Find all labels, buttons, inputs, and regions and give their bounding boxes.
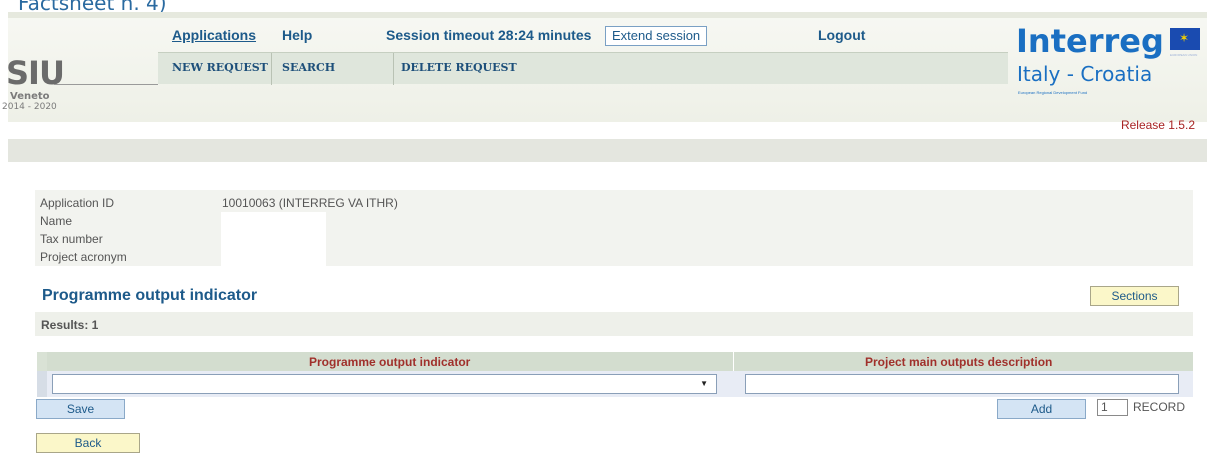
siu-logo-region: Veneto [10,91,50,102]
app-header: SIU Veneto 2014 - 2020 Applications Help… [2,12,1207,122]
session-timeout-text: Session timeout 28:24 minutes [386,27,592,43]
results-count: Results: 1 [41,318,99,332]
results-bar: Results: 1 [35,312,1193,336]
interreg-logo-name: Interreg [1016,22,1164,60]
header-band [8,139,1207,162]
nav-applications-link[interactable]: Applications [172,27,256,43]
nav-help-link[interactable]: Help [282,27,312,43]
subnav-divider [393,53,394,85]
record-count-input[interactable]: 1 [1097,399,1128,416]
tax-number-label: Tax number [40,232,103,246]
eu-flag-caption: EUROPEAN UNION [1170,53,1198,57]
search-link[interactable]: SEARCH [282,53,335,85]
row-selector[interactable] [37,371,47,397]
logout-link[interactable]: Logout [818,27,865,43]
new-request-link[interactable]: NEW REQUEST [172,53,268,85]
indicator-select[interactable]: ▼ [52,374,717,394]
table-header: Programme output indicator Project main … [37,352,1193,371]
column-divider [733,352,734,371]
project-acronym-label: Project acronym [40,250,127,264]
table-header-lead [37,352,47,371]
table-row: ▼ [37,371,1193,397]
eu-flag-icon: ✶ [1170,28,1200,50]
column-header-indicator: Programme output indicator [309,355,471,369]
record-label: RECORD [1133,400,1186,414]
dropdown-arrow-icon: ▼ [700,379,708,388]
interreg-logo: Interreg ✶ EUROPEAN UNION Italy - Croati… [1013,14,1203,106]
name-label: Name [40,214,73,228]
application-info-panel: Application ID 10010063 (INTERREG VA ITH… [35,190,1193,266]
add-button[interactable]: Add [997,399,1086,419]
release-label: Release 1.5.2 [1120,118,1195,132]
save-button[interactable]: Save [36,399,125,419]
application-value-box [221,212,326,266]
delete-request-link[interactable]: DELETE REQUEST [401,53,517,85]
description-input[interactable] [745,374,1179,394]
indicator-table: Programme output indicator Project main … [37,352,1193,397]
sections-button[interactable]: Sections [1090,286,1179,306]
siu-logo-title: SIU [6,54,65,92]
application-id-label: Application ID [40,196,115,210]
back-button[interactable]: Back [36,433,140,453]
column-header-description: Project main outputs description [865,355,1053,369]
application-id-value: 10010063 (INTERREG VA ITHR) [222,196,398,210]
interreg-programme: Italy - Croatia [1017,62,1153,86]
subnav-divider [271,53,272,85]
siu-logo-years: 2014 - 2020 [2,102,57,112]
siu-logo-line [54,84,158,85]
sub-navigation: NEW REQUEST SEARCH DELETE REQUEST [158,52,1008,85]
section-title: Programme output indicator [42,287,258,304]
interreg-fund: European Regional Development Fund [1018,90,1088,95]
top-navigation: Applications Help Session timeout 28:24 … [158,12,1008,50]
extend-session-button[interactable]: Extend session [605,26,708,46]
